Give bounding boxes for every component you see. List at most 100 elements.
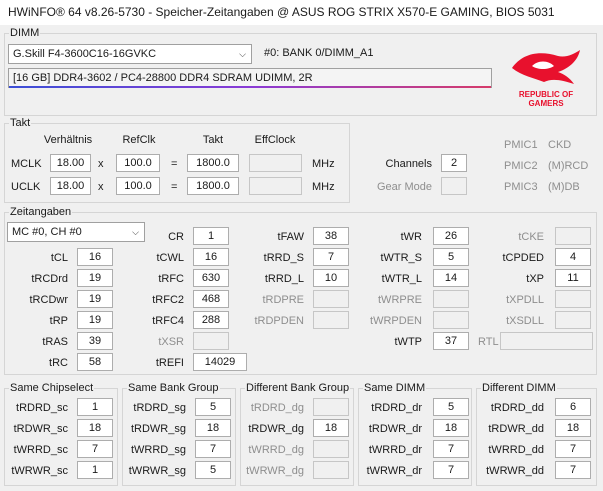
tRAS-value: 39 xyxy=(77,332,113,350)
tWR-label: tWR xyxy=(400,231,422,243)
CR-value: 1 xyxy=(193,227,229,245)
uclk-ratio: 18.00 xyxy=(50,177,91,195)
tWRWR_sg-label: tWRWR_sg xyxy=(128,465,186,477)
takt-group-label: Takt xyxy=(9,117,32,129)
bank-label: #0: BANK 0/DIMM_A1 xyxy=(264,47,374,59)
same-dimm-title: Same DIMM xyxy=(363,382,427,394)
same-bank-group-title: Same Bank Group xyxy=(127,382,220,394)
tWR-value: 26 xyxy=(433,227,469,245)
uclk-x: x xyxy=(98,181,104,193)
tCKE-value xyxy=(555,227,591,245)
uclk-label: UCLK xyxy=(11,181,41,193)
tXSDLL-label: tXSDLL xyxy=(506,315,544,327)
tWRPRE-value xyxy=(433,290,469,308)
tRDRD_sc-label: tRDRD_sc xyxy=(16,402,68,414)
tWRWR_sc-label: tWRWR_sc xyxy=(11,465,68,477)
channels-value: 2 xyxy=(441,154,467,172)
tXSR-label: tXSR xyxy=(158,336,184,348)
tRDWR_dd-label: tRDWR_dd xyxy=(488,423,544,435)
tRDWR_dg-value: 18 xyxy=(313,419,349,437)
tRDRD_sg-value: 5 xyxy=(195,398,231,416)
pmic1-label: PMIC1 xyxy=(504,139,538,151)
channels-label: Channels xyxy=(385,158,432,170)
module-info-text: [16 GB] DDR4-3602 / PC4-28800 DDR4 SDRAM… xyxy=(13,72,313,84)
tWRWR_sc-value: 1 xyxy=(77,461,113,479)
tWRRD_sc-label: tWRRD_sc xyxy=(13,444,68,456)
tRP-label: tRP xyxy=(49,315,68,327)
info-gradient xyxy=(9,86,491,88)
tRRD_S-value: 7 xyxy=(313,248,349,266)
tWRWR_dd-label: tWRWR_dd xyxy=(486,465,544,477)
tRDWR_dr-value: 18 xyxy=(433,419,469,437)
tRDPDEN-value xyxy=(313,311,349,329)
tRRD_S-label: tRRD_S xyxy=(263,252,304,264)
uclk-eq: = xyxy=(171,181,178,193)
tWRRD_dr-value: 7 xyxy=(433,440,469,458)
chevron-down-icon: ⌵ xyxy=(239,49,246,59)
tCPDED-label: tCPDED xyxy=(502,252,544,264)
tRC-label: tRC xyxy=(49,357,68,369)
gearmode-value xyxy=(441,177,467,195)
pmic2-value: (M)RCD xyxy=(548,160,589,172)
tRCDrd-label: tRCDrd xyxy=(31,273,68,285)
tWTR_S-value: 5 xyxy=(433,248,469,266)
tWTR_L-value: 14 xyxy=(433,269,469,287)
tREFI-label: tREFI xyxy=(155,357,184,369)
mclk-refclk: 100.0 xyxy=(116,154,160,172)
tRRD_L-label: tRRD_L xyxy=(264,273,304,285)
different-dimm-title: Different DIMM xyxy=(481,382,557,394)
tWRWR_dg-label: tWRWR_dg xyxy=(246,465,304,477)
mclk-ratio: 18.00 xyxy=(50,154,91,172)
mclk-takt: 1800.0 xyxy=(187,154,239,172)
pmic3-value: (M)DB xyxy=(548,181,580,193)
tCWL-value: 16 xyxy=(193,248,229,266)
tRDWR_dr-label: tRDWR_dr xyxy=(368,423,422,435)
tRDWR_sg-label: tRDWR_sg xyxy=(130,423,186,435)
tWRRD_dg-label: tWRRD_dg xyxy=(248,444,304,456)
tRDRD_dr-label: tRDRD_dr xyxy=(371,402,422,414)
tRC-value: 58 xyxy=(77,353,113,371)
tWRRD_dd-label: tWRRD_dd xyxy=(488,444,544,456)
tCL-value: 16 xyxy=(77,248,113,266)
uclk-takt: 1800.0 xyxy=(187,177,239,195)
tWTP-label: tWTP xyxy=(394,336,423,348)
uclk-effclock xyxy=(249,177,302,195)
pmic1-value: CKD xyxy=(548,139,572,151)
tWTP-value: 37 xyxy=(433,332,469,350)
pmic3-label: PMIC3 xyxy=(504,181,538,193)
gearmode-label: Gear Mode xyxy=(376,181,432,193)
tFAW-value: 38 xyxy=(313,227,349,245)
tRDRD_sc-value: 1 xyxy=(77,398,113,416)
tWRRD_dd-value: 7 xyxy=(555,440,591,458)
tXSR-value xyxy=(193,332,229,350)
tRDWR_sc-value: 18 xyxy=(77,419,113,437)
tRDWR_dg-label: tRDWR_dg xyxy=(248,423,304,435)
tRFC-label: tRFC xyxy=(158,273,184,285)
tRDPRE-value xyxy=(313,290,349,308)
tWRWR_dg-value xyxy=(313,461,349,479)
tRDRD_dd-label: tRDRD_dd xyxy=(490,402,544,414)
window-title: HWiNFO® 64 v8.26-5730 - Speicher-Zeitang… xyxy=(8,5,555,19)
tXPDLL-value xyxy=(555,290,591,308)
tXSDLL-value xyxy=(555,311,591,329)
different-bank-group-title: Different Bank Group xyxy=(245,382,351,394)
tXPDLL-label: tXPDLL xyxy=(506,294,544,306)
tCPDED-value: 4 xyxy=(555,248,591,266)
tXP-label: tXP xyxy=(526,273,544,285)
tCKE-label: tCKE xyxy=(518,231,544,243)
module-info-bar: [16 GB] DDR4-3602 / PC4-28800 DDR4 SDRAM… xyxy=(8,68,492,88)
tRFC2-label: tRFC2 xyxy=(152,294,184,306)
rog-logo-line-1: REPUBLIC OF xyxy=(518,90,574,99)
tWRPDEN-value xyxy=(433,311,469,329)
channel-select[interactable]: MC #0, CH #0 ⌵ xyxy=(7,222,145,242)
channel-select-value: MC #0, CH #0 xyxy=(12,226,82,238)
tRFC4-value: 288 xyxy=(193,311,229,329)
tCWL-label: tCWL xyxy=(156,252,185,264)
tWRWR_dr-label: tWRWR_dr xyxy=(366,465,422,477)
tRFC4-label: tRFC4 xyxy=(152,315,184,327)
takt-header: Takt xyxy=(202,134,224,146)
tXP-value: 11 xyxy=(555,269,591,287)
tRFC2-value: 468 xyxy=(193,290,229,308)
module-select[interactable]: G.Skill F4-3600C16-16GVKC ⌵ xyxy=(8,44,252,64)
mclk-x: x xyxy=(98,158,104,170)
